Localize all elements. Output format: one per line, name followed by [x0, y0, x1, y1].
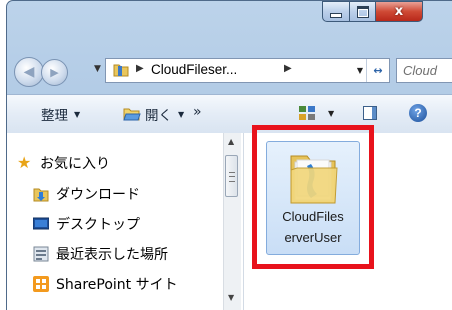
breadcrumb-separator-icon[interactable]: ▶: [136, 63, 144, 74]
open-button[interactable]: 開く ▼: [123, 104, 184, 124]
search-input[interactable]: Cloud: [396, 58, 452, 83]
folder-name-line2: erverUser: [284, 230, 342, 245]
open-folder-icon: [123, 108, 141, 121]
organize-button[interactable]: 整理 ▼: [41, 104, 80, 124]
folder-name-line1: CloudFiles: [282, 209, 344, 224]
nav-pane-scrollbar[interactable]: ▲ ▼: [223, 133, 241, 310]
close-icon: x: [394, 4, 404, 19]
search-placeholder: Cloud: [403, 63, 437, 78]
close-button[interactable]: x: [375, 1, 423, 22]
caption-buttons: x: [7, 1, 452, 23]
minimize-icon: [330, 12, 342, 18]
folder-icon: [113, 64, 129, 77]
nav-item-label: 最近表示した場所: [56, 247, 168, 263]
nav-item-desktop[interactable]: デスクトップ: [33, 214, 140, 234]
change-view-icon[interactable]: [299, 106, 315, 120]
folder-item[interactable]: CloudFiles erverUser: [266, 141, 360, 255]
command-bar: 整理 ▼ 開く ▼ » ▼ ?: [7, 94, 452, 134]
nav-item-label: デスクトップ: [56, 217, 140, 233]
folder-icon: [290, 155, 338, 204]
organize-label: 整理: [41, 108, 68, 124]
folder-name: CloudFiles erverUser: [269, 206, 357, 248]
recent-pages-dropdown[interactable]: ▼: [94, 64, 101, 74]
sharepoint-icon: [33, 276, 49, 292]
download-folder-icon: [33, 188, 49, 202]
refresh-icon: ↔: [373, 64, 383, 77]
chevron-down-icon: ▼: [178, 109, 185, 119]
back-arrow-icon: ◀: [23, 64, 35, 80]
more-label: »: [193, 104, 202, 120]
recent-places-icon: [33, 246, 49, 262]
help-icon[interactable]: ?: [409, 104, 427, 122]
open-label: 開く: [145, 108, 172, 124]
file-list: CloudFiles erverUser: [244, 133, 452, 310]
view-options-dropdown-icon[interactable]: ▼: [328, 109, 334, 118]
nav-item-downloads[interactable]: ダウンロード: [33, 184, 140, 204]
scrollbar-thumb[interactable]: [225, 155, 238, 197]
grip-icon: [229, 172, 235, 182]
minimize-button[interactable]: [322, 1, 350, 22]
nav-item-label: ダウンロード: [56, 187, 140, 203]
nav-item-sharepoint[interactable]: SharePoint サイト: [33, 274, 178, 294]
desktop-icon: [33, 217, 49, 230]
nav-item-recent-places[interactable]: 最近表示した場所: [33, 244, 168, 264]
star-icon: ★: [17, 153, 32, 172]
preview-pane-icon[interactable]: [363, 106, 377, 120]
scroll-up-icon[interactable]: ▲: [228, 137, 234, 146]
more-commands-button[interactable]: »: [193, 104, 202, 120]
back-button[interactable]: ◀: [14, 57, 44, 87]
address-dropdown-icon[interactable]: ▼: [357, 66, 363, 75]
breadcrumb-folder[interactable]: CloudFileser...: [151, 62, 237, 77]
refresh-button[interactable]: ↔: [366, 59, 389, 82]
explorer-window: x ◀ ▶ ▼ ▶ CloudFileser... ▶ ▼ ↔ Cloud 整理…: [6, 0, 452, 310]
maximize-button[interactable]: [349, 1, 376, 22]
forward-arrow-icon: ▶: [50, 66, 59, 79]
breadcrumb-separator-icon[interactable]: ▶: [284, 63, 292, 74]
nav-item-label: お気に入り: [40, 156, 110, 172]
navigation-pane: ★ お気に入り ダウンロード デスクトップ 最近表示した場所 SharePoin…: [7, 133, 244, 310]
maximize-icon: [356, 5, 369, 18]
scroll-down-icon[interactable]: ▼: [228, 293, 234, 302]
address-bar[interactable]: ▶ CloudFileser... ▶ ▼ ↔: [105, 58, 390, 83]
chevron-down-icon: ▼: [74, 109, 81, 119]
nav-item-label: SharePoint サイト: [56, 277, 178, 293]
nav-item-favorites[interactable]: ★ お気に入り: [17, 153, 110, 173]
forward-button[interactable]: ▶: [41, 59, 68, 86]
